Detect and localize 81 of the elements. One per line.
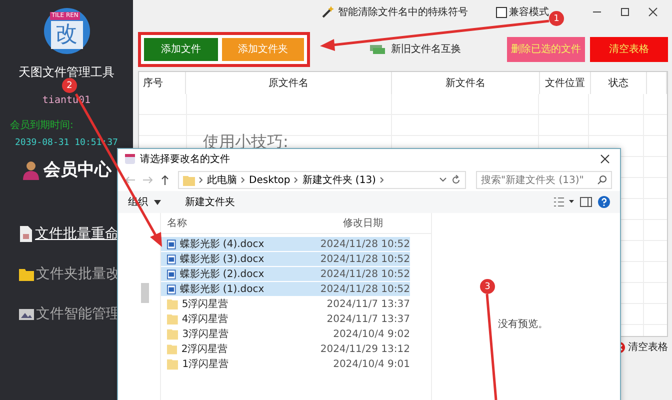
file-date: 2024/10/4 9:02 — [333, 328, 410, 340]
up-icon[interactable] — [160, 174, 170, 186]
file-row[interactable]: 蝶影光影 (2).docx 2024/11/28 10:52 — [161, 267, 410, 281]
compat-mode-checkbox[interactable] — [496, 6, 507, 18]
file-row[interactable]: 蝶影光影 (3).docx 2024/11/28 10:52 — [161, 252, 410, 266]
swap-names-button[interactable]: 新旧文件名互换 — [370, 42, 461, 56]
chevron-icon — [241, 177, 245, 183]
column-header: 原文件名 — [186, 72, 392, 94]
compat-mode-label: 兼容模式 — [509, 6, 549, 19]
folder-icon — [167, 358, 178, 370]
file-date: 2024/11/29 13:12 — [320, 344, 410, 354]
breadcrumb-item[interactable]: Desktop — [249, 174, 290, 186]
file-date: 2024/11/28 10:52 — [320, 238, 410, 250]
scrollbar-thumb[interactable] — [141, 283, 149, 303]
no-preview-text: 没有预览。 — [498, 318, 548, 331]
file-name: 3浮闪星营 — [182, 328, 230, 341]
file-row[interactable]: 蝶影光影 (4).docx 2024/11/28 10:52 — [161, 237, 410, 251]
file-name: 2浮闪星营 — [181, 342, 229, 356]
view-options-icon[interactable] — [554, 197, 574, 207]
document-icon — [167, 254, 176, 264]
magic-wand-icon — [322, 6, 334, 18]
file-name: 蝶影光影 (2).docx — [180, 268, 266, 281]
file-date: 2024/11/28 10:52 — [320, 284, 410, 294]
file-name: 蝶影光影 (4).docx — [180, 238, 266, 251]
action-button[interactable]: 清空表格 — [590, 36, 668, 62]
folder-icon — [167, 328, 178, 340]
file-row[interactable]: 4浮闪星营 2024/11/7 13:37 — [161, 312, 410, 326]
document-icon — [19, 226, 33, 242]
file-name: 蝶影光影 (1).docx — [180, 282, 266, 296]
document-icon — [167, 268, 176, 280]
file-date: 2024/11/28 10:52 — [320, 268, 410, 280]
app-name: 天图文件管理工具 — [18, 64, 114, 81]
maximize-icon[interactable] — [620, 7, 630, 17]
close-icon[interactable] — [648, 7, 658, 17]
file-row[interactable]: 3浮闪星营 2024/10/4 9:02 — [161, 327, 410, 341]
file-date: 2024/10/4 9:01 — [333, 358, 410, 370]
close-icon[interactable] — [600, 154, 610, 164]
file-row[interactable]: 蝶影光影 (1).docx 2024/11/28 10:52 — [161, 282, 410, 296]
file-date: 2024/11/7 13:37 — [326, 314, 410, 324]
folder-icon — [183, 174, 195, 186]
back-icon[interactable] — [124, 175, 136, 185]
dialog-title: 请选择要改名的文件 — [140, 152, 230, 166]
member-center-link[interactable]: 会员中心 — [44, 158, 112, 181]
file-date: 2024/11/28 10:52 — [320, 254, 410, 264]
document-icon — [167, 284, 176, 294]
clear-special-chars-button[interactable]: 智能清除文件名中的特殊符号 — [318, 3, 472, 21]
address-bar[interactable]: 此电脑 Desktop 新建文件夹 (13) — [178, 171, 466, 189]
person-icon — [22, 160, 40, 180]
breadcrumb-item[interactable]: 新建文件夹 (13) — [302, 173, 376, 187]
preview-pane-icon[interactable] — [580, 197, 592, 207]
app-icon — [124, 153, 136, 165]
add-button[interactable]: 添加文件 — [144, 38, 218, 60]
file-row[interactable]: 5浮闪星营 2024/11/7 13:37 — [161, 297, 410, 311]
banknotes-icon — [370, 43, 386, 55]
step-badge: 1 — [549, 11, 564, 26]
document-icon — [167, 238, 176, 250]
file-name: 1浮闪星营 — [182, 358, 230, 371]
file-row[interactable]: 2浮闪星营 2024/11/29 13:12 — [161, 342, 410, 356]
folder-icon — [167, 314, 178, 324]
folder-icon — [167, 344, 178, 354]
help-icon[interactable] — [598, 196, 610, 208]
chevron-icon — [294, 177, 298, 183]
file-name: 蝶影光影 (3).docx — [180, 252, 266, 266]
file-date: 2024/11/7 13:37 — [326, 298, 410, 310]
chevron-icon[interactable] — [380, 177, 384, 183]
chevron-icon — [199, 177, 203, 183]
file-name: 5浮闪星营 — [182, 298, 230, 311]
folder-icon — [167, 298, 178, 310]
folder-icon — [19, 268, 34, 280]
column-header[interactable]: 修改日期 — [339, 216, 383, 230]
image-icon — [19, 308, 34, 320]
dropdown-icon[interactable] — [439, 177, 447, 183]
expiry-label: 会员到期时间: — [10, 118, 74, 132]
breadcrumb-item[interactable]: 此电脑 — [207, 173, 237, 187]
new-folder-button[interactable]: 新建文件夹 — [185, 195, 235, 209]
file-name: 4浮闪星营 — [182, 312, 230, 326]
caret-icon[interactable] — [154, 200, 161, 204]
file-row[interactable]: 1浮闪星营 2024/10/4 9:01 — [161, 357, 410, 371]
search-icon — [597, 175, 607, 185]
refresh-icon[interactable] — [451, 175, 461, 185]
column-header[interactable]: 名称 — [161, 216, 339, 230]
